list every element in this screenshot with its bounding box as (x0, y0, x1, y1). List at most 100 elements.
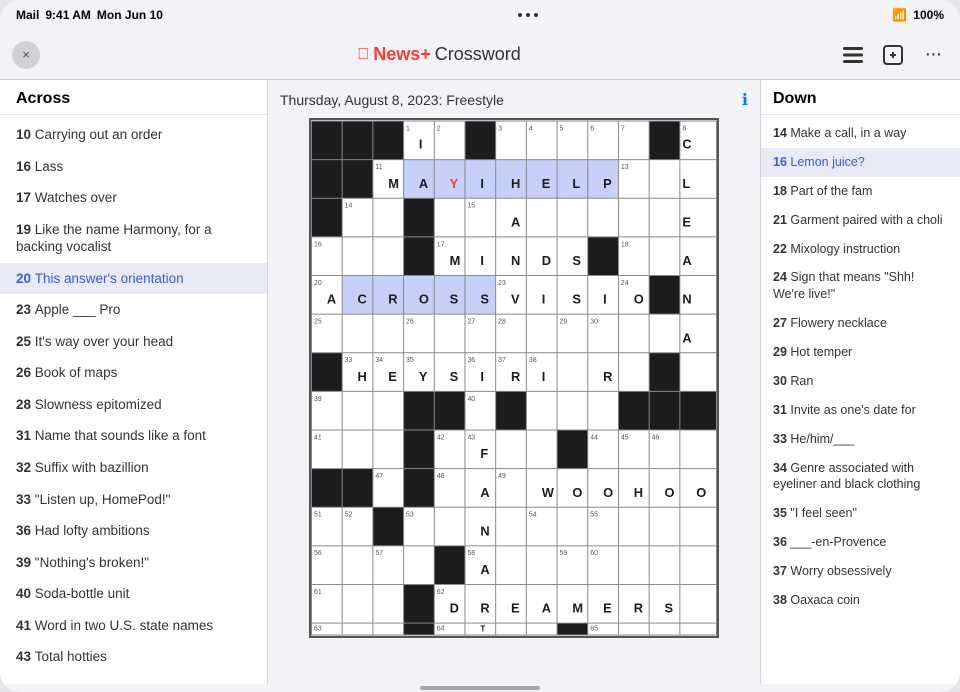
clue-across-33[interactable]: 33 "Listen up, HomePod!" (0, 484, 267, 516)
clue-across-39[interactable]: 39 "Nothing's broken!" (0, 547, 267, 579)
down-text-34: Genre associated with eyeliner and black… (773, 461, 920, 492)
clue-across-40[interactable]: 40 Soda-bottle unit (0, 578, 267, 610)
clue-text-33: "Listen up, HomePod!" (35, 492, 171, 507)
svg-text:63: 63 (314, 626, 322, 633)
svg-text:36: 36 (467, 357, 475, 364)
svg-text:28: 28 (498, 319, 506, 326)
clue-number-33: 33 (16, 492, 35, 507)
svg-text:O: O (419, 292, 429, 307)
svg-text:13: 13 (621, 164, 629, 171)
close-button[interactable]: × (12, 41, 40, 69)
svg-text:49: 49 (498, 473, 506, 480)
svg-text:45: 45 (621, 434, 629, 441)
clue-down-30[interactable]: 30 Ran (761, 367, 960, 396)
down-header: Down (761, 80, 960, 115)
svg-text:35: 35 (406, 357, 414, 364)
svg-text:E: E (511, 601, 520, 616)
clue-across-26[interactable]: 26 Book of maps (0, 357, 267, 389)
clue-across-17[interactable]: 17 Watches over (0, 182, 267, 214)
svg-text:O: O (634, 292, 644, 307)
svg-text:8: 8 (682, 125, 686, 132)
svg-text:Y: Y (419, 369, 428, 384)
svg-text:61: 61 (314, 589, 322, 596)
clue-across-23[interactable]: 23 Apple ___ Pro (0, 294, 267, 326)
down-number-18: 18 (773, 184, 790, 198)
down-number-35: 35 (773, 506, 790, 520)
clue-down-33[interactable]: 33 He/him/___ (761, 425, 960, 454)
svg-text:52: 52 (345, 512, 353, 519)
svg-text:E: E (388, 369, 397, 384)
down-number-34: 34 (773, 461, 790, 475)
more-button[interactable]: ··· (918, 40, 948, 70)
clue-down-24[interactable]: 24 Sign that means "Shh! We're live!" (761, 263, 960, 309)
clue-across-10[interactable]: 10 Carrying out an order (0, 119, 267, 151)
clue-down-37[interactable]: 37 Worry obsessively (761, 557, 960, 586)
down-number-27: 27 (773, 316, 790, 330)
down-clues-list[interactable]: 14 Make a call, in a way 16 Lemon juice?… (761, 115, 960, 684)
clue-down-14[interactable]: 14 Make a call, in a way (761, 119, 960, 148)
clue-text-10: Carrying out an order (35, 127, 163, 142)
dot3 (534, 13, 538, 17)
info-icon[interactable]: ℹ (742, 90, 748, 110)
clue-down-34[interactable]: 34 Genre associated with eyeliner and bl… (761, 454, 960, 500)
clue-across-36[interactable]: 36 Had lofty ambitions (0, 515, 267, 547)
svg-text:F: F (480, 446, 488, 461)
status-right: 📶 100% (892, 8, 944, 22)
down-number-24: 24 (773, 270, 790, 284)
status-date: Mon Jun 10 (97, 8, 163, 22)
battery-status: 100% (913, 8, 944, 22)
share-button[interactable] (878, 40, 908, 70)
svg-text:55: 55 (590, 512, 598, 519)
clue-text-25: It's way over your head (35, 334, 173, 349)
clue-across-31[interactable]: 31 Name that sounds like a font (0, 420, 267, 452)
clue-down-21[interactable]: 21 Garment paired with a choli (761, 206, 960, 235)
clue-across-41[interactable]: 41 Word in two U.S. state names (0, 610, 267, 642)
clue-number-17: 17 (16, 190, 35, 205)
svg-text:41: 41 (314, 434, 322, 441)
clue-number-43: 43 (16, 649, 35, 664)
clue-down-38[interactable]: 38 Oaxaca coin (761, 586, 960, 615)
down-text-21: Garment paired with a choli (790, 213, 942, 227)
svg-text:A: A (511, 214, 520, 229)
down-number-16: 16 (773, 155, 790, 169)
clue-number-41: 41 (16, 618, 35, 633)
clue-down-27[interactable]: 27 Flowery necklace (761, 309, 960, 338)
clue-across-16[interactable]: 16 Lass (0, 151, 267, 183)
clue-across-43[interactable]: 43 Total hotties (0, 641, 267, 673)
down-text-38: Oaxaca coin (790, 593, 859, 607)
list-view-button[interactable] (838, 40, 868, 70)
clue-across-32[interactable]: 32 Suffix with bazillion (0, 452, 267, 484)
clue-down-16[interactable]: 16 Lemon juice? (761, 148, 960, 177)
svg-text:58: 58 (467, 550, 475, 557)
clue-across-20[interactable]: 20 This answer's orientation (0, 263, 267, 295)
clue-text-40: Soda-bottle unit (35, 586, 130, 601)
clue-down-22[interactable]: 22 Mixology instruction (761, 235, 960, 264)
across-panel: Across 10 Carrying out an order 16 Lass … (0, 80, 268, 684)
svg-text:I: I (480, 176, 484, 191)
svg-text:S: S (665, 601, 674, 616)
dot2 (526, 13, 530, 17)
svg-text:E: E (542, 176, 551, 191)
status-time: 9:41 AM (45, 8, 91, 22)
clue-text-26: Book of maps (35, 365, 118, 380)
svg-text:E: E (682, 214, 691, 229)
clue-number-25: 25 (16, 334, 35, 349)
clue-down-18[interactable]: 18 Part of the fam (761, 177, 960, 206)
device-frame: Mail 9:41 AM Mon Jun 10 📶 100% ×  News+… (0, 0, 960, 692)
clue-down-35[interactable]: 35 "I feel seen" (761, 499, 960, 528)
main-content: Across 10 Carrying out an order 16 Lass … (0, 80, 960, 684)
crossword-grid[interactable]: .gc { fill: white; } .gb { fill: #1c1c1e… (309, 118, 719, 638)
svg-text:3: 3 (498, 125, 502, 132)
svg-text:30: 30 (590, 319, 598, 326)
svg-text:15: 15 (467, 203, 475, 210)
clue-across-28[interactable]: 28 Slowness epitomized (0, 389, 267, 421)
down-text-31: Invite as one's date for (790, 403, 915, 417)
clue-across-25[interactable]: 25 It's way over your head (0, 326, 267, 358)
svg-text:W: W (542, 485, 555, 500)
dot1 (518, 13, 522, 17)
across-clues-list[interactable]: 10 Carrying out an order 16 Lass 17 Watc… (0, 115, 267, 684)
clue-down-36[interactable]: 36 ___-en-Provence (761, 528, 960, 557)
clue-across-19[interactable]: 19 Like the name Harmony, for a backing … (0, 214, 267, 263)
clue-down-29[interactable]: 29 Hot temper (761, 338, 960, 367)
clue-down-31[interactable]: 31 Invite as one's date for (761, 396, 960, 425)
